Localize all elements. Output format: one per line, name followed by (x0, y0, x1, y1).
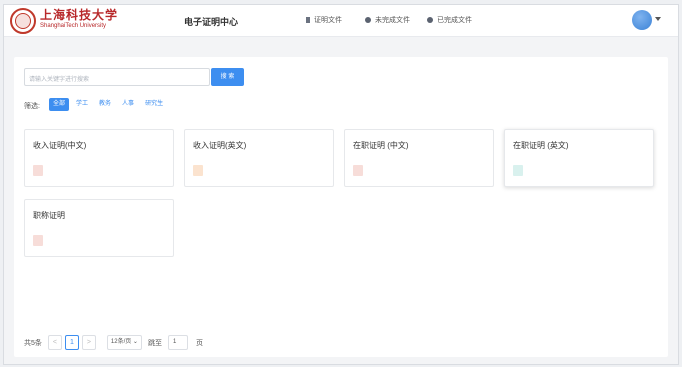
university-logo-icon (10, 8, 36, 34)
page-size-select[interactable]: 12条/页 ⌄ (106, 335, 142, 350)
filter-academic-affairs[interactable]: 教务 (95, 98, 115, 111)
card-title: 在职证明 (中文) (353, 141, 409, 150)
tag-icon (33, 165, 43, 176)
nav-item-completed[interactable]: 已完成文件 (427, 15, 472, 25)
page-number-1[interactable]: 1 (64, 335, 79, 350)
card-title: 收入证明(英文) (193, 141, 247, 150)
page-size-value: 12条/页 (110, 339, 132, 345)
pagination: 共5条 < 1 > 12条/页 ⌄ 跳至 1 页 (24, 335, 203, 350)
top-header: 上海科技大学 ShanghaiTech University 电子证明中心 证明… (4, 5, 678, 37)
main-panel: 请输入关键字进行搜索 搜 索 筛选: 全部 学工 教务 人事 研究生 收入证明(… (14, 57, 668, 357)
app-window: 上海科技大学 ShanghaiTech University 电子证明中心 证明… (3, 4, 679, 365)
filter-all[interactable]: 全部 (49, 98, 70, 111)
goto-page-input[interactable]: 1 (167, 335, 188, 350)
filter-hr[interactable]: 人事 (118, 98, 138, 111)
card-employment-certificate-cn[interactable]: 在职证明 (中文) (344, 129, 494, 187)
brand-name-en: ShanghaiTech University (40, 23, 107, 29)
card-income-certificate-cn[interactable]: 收入证明(中文) (24, 129, 174, 187)
page-suffix: 页 (195, 339, 203, 347)
card-title: 职称证明 (33, 211, 65, 220)
card-title: 收入证明(中文) (33, 141, 87, 150)
total-count: 共5条 (24, 339, 42, 347)
search-button[interactable]: 搜 索 (211, 68, 244, 86)
tag-icon (33, 235, 43, 246)
nav-item-label: 未完成文件 (375, 17, 410, 24)
brand-name-cn: 上海科技大学 (40, 8, 119, 22)
prev-page-button[interactable]: < (47, 335, 62, 350)
card-income-certificate-en[interactable]: 收入证明(英文) (184, 129, 334, 187)
check-circle-icon (427, 17, 433, 23)
card-title: 在职证明 (英文) (513, 141, 569, 150)
search-input[interactable]: 请输入关键字进行搜索 (24, 68, 210, 86)
nav-item-certificates[interactable]: 证明文件 (306, 15, 342, 25)
nav-item-label: 已完成文件 (437, 17, 472, 24)
filter-student-affairs[interactable]: 学工 (72, 98, 92, 111)
chevron-down-icon[interactable] (655, 17, 661, 21)
card-employment-certificate-en[interactable]: 在职证明 (英文) (504, 129, 654, 187)
goto-label: 跳至 (147, 339, 162, 347)
nav-item-incomplete[interactable]: 未完成文件 (365, 15, 410, 25)
filter-options: 全部 学工 教务 人事 研究生 (49, 98, 170, 111)
nav-item-label: 证明文件 (314, 17, 342, 24)
document-icon (306, 17, 310, 23)
next-page-button[interactable]: > (81, 335, 96, 350)
brand: 上海科技大学 ShanghaiTech University (40, 9, 118, 30)
filter-graduate[interactable]: 研究生 (141, 98, 167, 111)
tag-icon (193, 165, 203, 176)
card-title-certificate[interactable]: 职称证明 (24, 199, 174, 257)
tag-icon (513, 165, 523, 176)
avatar[interactable] (632, 10, 652, 30)
dot-icon (365, 17, 371, 23)
tag-icon (353, 165, 363, 176)
filter-label: 筛选: (24, 103, 40, 110)
app-title: 电子证明中心 (184, 17, 239, 27)
